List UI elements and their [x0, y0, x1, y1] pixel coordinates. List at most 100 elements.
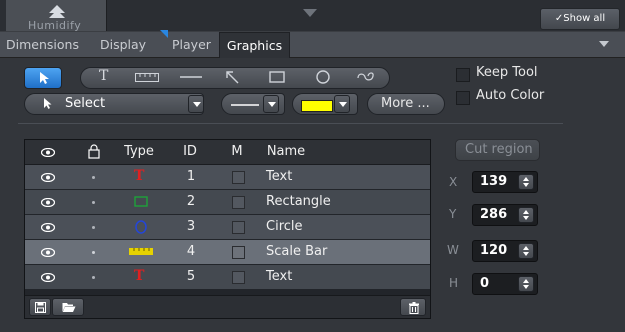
- h-spinbox[interactable]: 0: [472, 273, 538, 295]
- scale-bar-tool-icon[interactable]: [135, 73, 159, 82]
- line-tool-icon[interactable]: [180, 73, 202, 81]
- circle-tool-icon[interactable]: [316, 70, 330, 84]
- pointer-icon: [40, 72, 49, 84]
- h-spin-arrows[interactable]: [518, 276, 534, 292]
- m-column-header[interactable]: M: [226, 140, 248, 164]
- save-icon: [35, 302, 46, 313]
- table-row-selected[interactable]: 4 Scale Bar: [25, 240, 430, 264]
- more-button[interactable]: More ...: [367, 93, 445, 115]
- chevron-down-icon: [339, 102, 347, 107]
- y-label: Y: [449, 207, 457, 221]
- x-label: X: [449, 175, 458, 189]
- color-swatch: [301, 100, 333, 112]
- m-checkbox[interactable]: [232, 246, 245, 259]
- y-spinbox[interactable]: 286: [472, 204, 538, 226]
- lock-column-icon[interactable]: [88, 144, 100, 159]
- y-spin-arrows[interactable]: [518, 207, 534, 223]
- logo-label: Humidify: [28, 19, 82, 32]
- table-row[interactable]: T 1 Text: [25, 165, 430, 189]
- table-footer: [25, 295, 430, 318]
- cut-region-button[interactable]: Cut region: [455, 139, 540, 161]
- row-id: 3: [186, 219, 196, 234]
- spin-arrows-icon: [523, 177, 529, 187]
- row-id: 1: [186, 169, 196, 184]
- eye-icon[interactable]: [41, 223, 55, 232]
- y-value: 286: [480, 207, 508, 222]
- text-tool-icon[interactable]: T: [99, 68, 108, 84]
- id-column-header[interactable]: ID: [175, 140, 205, 164]
- auto-color-label: Auto Color: [476, 88, 545, 103]
- lock-dot-icon[interactable]: [92, 276, 95, 279]
- eye-icon[interactable]: [41, 198, 55, 207]
- select-dropdown-arrow[interactable]: [188, 95, 204, 113]
- lock-dot-icon[interactable]: [92, 226, 95, 229]
- circle-type-icon: [135, 220, 147, 234]
- m-checkbox[interactable]: [232, 221, 245, 234]
- text-type-icon: T: [134, 168, 145, 184]
- spin-arrows-icon: [523, 210, 529, 220]
- w-spinbox[interactable]: 120: [472, 240, 538, 262]
- line-style-dropdown-arrow[interactable]: [263, 95, 279, 113]
- lock-dot-icon[interactable]: [92, 251, 95, 254]
- tab-dimensions[interactable]: Dimensions: [6, 32, 96, 57]
- w-spin-arrows[interactable]: [518, 243, 534, 259]
- x-spin-arrows[interactable]: [518, 174, 534, 190]
- rectangle-type-icon: [134, 196, 148, 207]
- lock-dot-icon[interactable]: [92, 176, 95, 179]
- pointer-tool-button[interactable]: [24, 67, 62, 89]
- chevron-down-icon: [193, 102, 201, 107]
- tab-menu-icon[interactable]: [599, 41, 609, 47]
- rectangle-tool-icon[interactable]: [269, 71, 285, 83]
- divider: [18, 123, 563, 124]
- tab-badge-icon: [160, 30, 168, 38]
- cut-region-label: Cut region: [465, 142, 533, 157]
- arrow-tool-icon[interactable]: [225, 70, 239, 84]
- w-label: W: [447, 243, 459, 257]
- line-style-icon: [231, 104, 259, 106]
- eye-icon[interactable]: [41, 248, 55, 257]
- tab-bar: Dimensions Display Player Graphics: [0, 30, 625, 58]
- graphics-table: Type ID M Name T 1 Text 2 Rectangle 3 Ci…: [24, 139, 431, 319]
- text-type-icon: T: [134, 268, 145, 284]
- m-checkbox[interactable]: [232, 171, 245, 184]
- freehand-tool-icon[interactable]: [356, 71, 376, 83]
- trash-icon: [409, 302, 419, 314]
- name-column-header[interactable]: Name: [261, 140, 311, 164]
- row-name: Scale Bar: [266, 244, 328, 259]
- humidify-icon: [49, 5, 65, 18]
- row-id: 5: [186, 269, 196, 284]
- collapse-arrow-icon[interactable]: [303, 9, 317, 18]
- visibility-column-icon[interactable]: [41, 148, 55, 157]
- row-id: 2: [186, 194, 196, 209]
- spin-arrows-icon: [523, 246, 529, 256]
- open-button[interactable]: [52, 298, 84, 316]
- table-row[interactable]: 2 Rectangle: [25, 190, 430, 214]
- m-checkbox[interactable]: [232, 271, 245, 284]
- h-label: H: [449, 276, 459, 290]
- row-name: Text: [266, 269, 293, 284]
- lock-dot-icon[interactable]: [92, 201, 95, 204]
- type-column-header[interactable]: Type: [122, 140, 156, 164]
- spin-arrows-icon: [523, 279, 529, 289]
- table-header: Type ID M Name: [25, 140, 430, 165]
- delete-button[interactable]: [400, 298, 426, 316]
- save-button[interactable]: [29, 298, 51, 316]
- show-all-button[interactable]: ✓Show all: [540, 8, 620, 30]
- color-dropdown-arrow[interactable]: [334, 95, 350, 113]
- chevron-down-icon: [268, 102, 276, 107]
- table-row[interactable]: T 5 Text: [25, 265, 430, 289]
- row-id: 4: [186, 244, 196, 259]
- x-value: 139: [480, 174, 508, 189]
- tab-graphics[interactable]: Graphics: [219, 32, 290, 58]
- eye-icon[interactable]: [41, 273, 55, 282]
- keep-tool-checkbox[interactable]: [456, 68, 470, 82]
- select-dropdown[interactable]: Select: [24, 93, 204, 115]
- auto-color-checkbox[interactable]: [456, 91, 470, 105]
- x-spinbox[interactable]: 139: [472, 171, 538, 193]
- m-checkbox[interactable]: [232, 196, 245, 209]
- tab-display[interactable]: Display: [100, 30, 168, 57]
- tab-player[interactable]: Player: [172, 32, 220, 57]
- table-row[interactable]: 3 Circle: [25, 215, 430, 239]
- eye-icon[interactable]: [41, 173, 55, 182]
- select-label: Select: [65, 96, 106, 111]
